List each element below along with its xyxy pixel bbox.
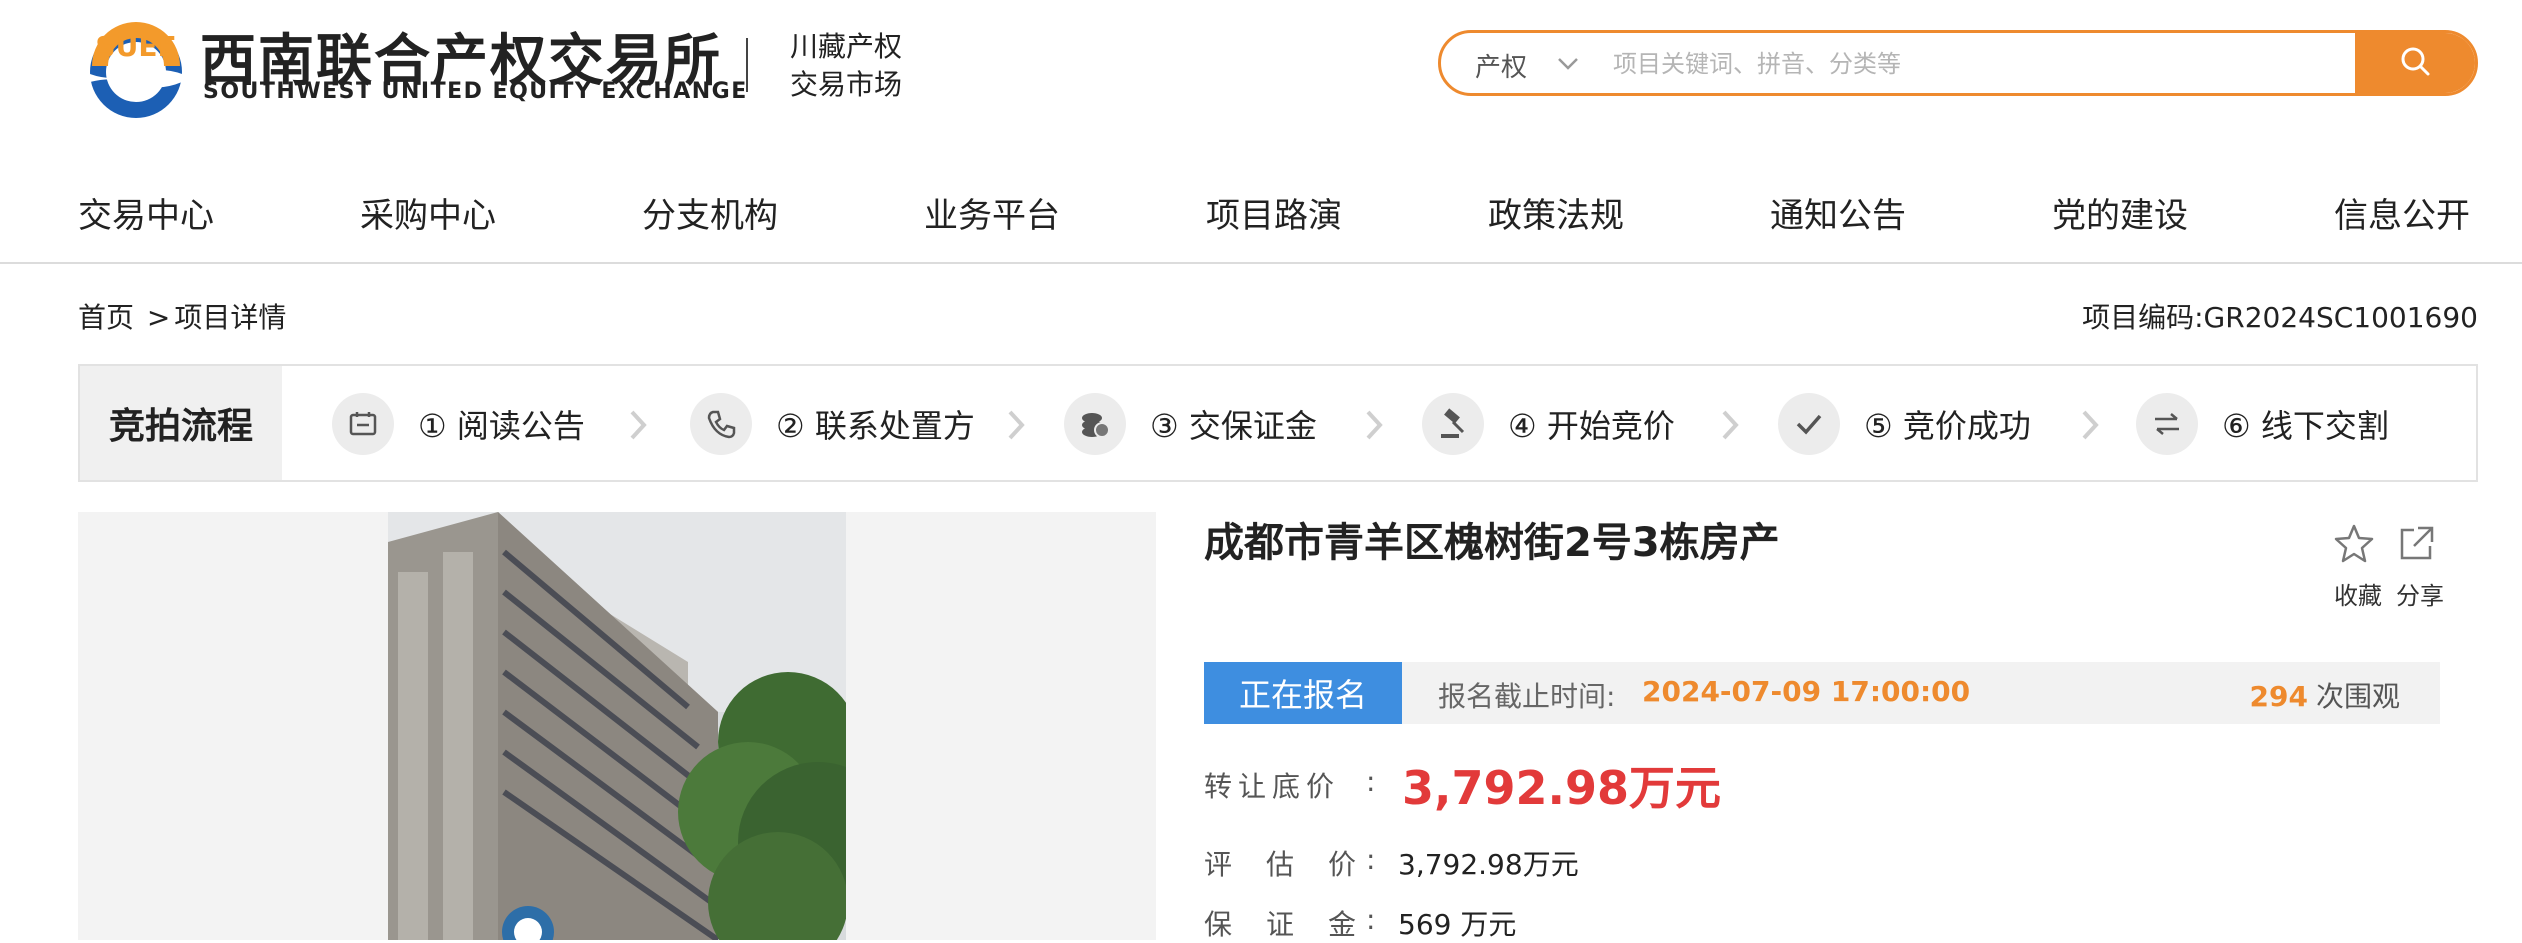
view-count-number: 294 bbox=[2249, 680, 2308, 713]
nav-item-party-building[interactable]: 党的建设 bbox=[2052, 188, 2188, 237]
auction-process-bar: 竞拍流程 ① 阅读公告 ② 联系处置方 ③ 交保证金 ④ 开始竞价 ⑤ 竞价成功 bbox=[78, 364, 2478, 482]
nav-item-project-roadshow[interactable]: 项目路演 bbox=[1206, 188, 1342, 237]
search-bar: 产权 bbox=[1438, 30, 2478, 96]
process-label: 竞拍流程 bbox=[80, 366, 282, 480]
share-label[interactable]: 分享 bbox=[2396, 576, 2444, 611]
nav-item-trading-center[interactable]: 交易中心 bbox=[78, 188, 214, 237]
announcement-icon bbox=[332, 393, 394, 455]
favorite-label[interactable]: 收藏 bbox=[2334, 576, 2382, 611]
process-step-label: ② 联系处置方 bbox=[776, 407, 975, 445]
share-icon bbox=[2400, 526, 2434, 560]
project-title: 成都市青羊区槐树街2号3栋房产 bbox=[1204, 520, 1780, 566]
deposit-value: 569 万元 bbox=[1398, 908, 1517, 941]
breadcrumb-home[interactable]: 首页 bbox=[78, 301, 134, 334]
appraisal-colon: : bbox=[1366, 843, 1376, 876]
process-step-label: ⑥ 线下交割 bbox=[2222, 407, 2389, 445]
nav-item-policies[interactable]: 政策法规 bbox=[1488, 188, 1624, 237]
deposit-label: 保证金 bbox=[1204, 908, 1391, 941]
nav-item-procurement-center[interactable]: 采购中心 bbox=[360, 188, 496, 237]
process-step-read-announcement: ① 阅读公告 bbox=[332, 393, 585, 455]
breadcrumb-separator: > bbox=[146, 301, 171, 334]
project-code: 项目编码:GR2024SC1001690 bbox=[2082, 301, 2478, 334]
svg-text:SUEE: SUEE bbox=[95, 30, 176, 63]
favorite-button[interactable] bbox=[2332, 522, 2376, 570]
chevron-right-icon bbox=[1366, 410, 1383, 440]
logo-subtitle-line1: 川藏产权 bbox=[790, 30, 903, 63]
process-step-bid-success: ⑤ 竞价成功 bbox=[1778, 393, 2031, 455]
appraisal-value: 3,792.98万元 bbox=[1398, 848, 1579, 881]
view-count-suffix: 次围观 bbox=[2315, 680, 2400, 713]
status-badge: 正在报名 bbox=[1204, 662, 1402, 724]
deposit-colon: : bbox=[1366, 903, 1376, 936]
process-step-label: ① 阅读公告 bbox=[418, 407, 585, 445]
process-step-pay-deposit: ③ 交保证金 bbox=[1064, 393, 1317, 455]
chevron-right-icon bbox=[1008, 410, 1025, 440]
search-button[interactable] bbox=[2355, 33, 2475, 93]
base-price-value: 3,792.98万元 bbox=[1402, 761, 1721, 815]
phone-icon bbox=[690, 393, 752, 455]
coins-icon bbox=[1064, 393, 1126, 455]
search-icon bbox=[2397, 43, 2433, 83]
share-button[interactable] bbox=[2394, 522, 2438, 570]
logo-icon[interactable]: SUEE bbox=[82, 12, 190, 120]
check-icon bbox=[1778, 393, 1840, 455]
logo-title-en: SOUTHWEST UNITED EQUITY EXCHANGE bbox=[203, 79, 748, 104]
chevron-right-icon bbox=[1722, 410, 1739, 440]
project-image-area bbox=[78, 512, 1156, 940]
chevron-right-icon bbox=[630, 410, 647, 440]
deadline-label: 报名截止时间: bbox=[1438, 680, 1616, 713]
process-step-start-bidding: ④ 开始竞价 bbox=[1422, 393, 1675, 455]
nav-item-business-platform[interactable]: 业务平台 bbox=[924, 188, 1060, 237]
gavel-icon bbox=[1422, 393, 1484, 455]
breadcrumb-current: 项目详情 bbox=[174, 301, 287, 334]
process-step-label: ③ 交保证金 bbox=[1150, 407, 1317, 445]
nav-item-information-disclosure[interactable]: 信息公开 bbox=[2334, 188, 2470, 237]
appraisal-label: 评估价 bbox=[1204, 848, 1391, 881]
search-input[interactable] bbox=[1611, 41, 2215, 87]
search-category-select[interactable]: 产权 bbox=[1475, 47, 1527, 84]
building-photo[interactable] bbox=[388, 512, 846, 940]
nav-item-notices[interactable]: 通知公告 bbox=[1770, 188, 1906, 237]
nav-item-branches[interactable]: 分支机构 bbox=[642, 188, 778, 237]
process-step-label: ⑤ 竞价成功 bbox=[1864, 407, 2031, 445]
logo-divider bbox=[746, 38, 748, 92]
base-price-label: 转让底价 bbox=[1204, 770, 1341, 803]
process-step-offline-delivery: ⑥ 线下交割 bbox=[2136, 393, 2389, 455]
logo-subtitle: 川藏产权 交易市场 bbox=[790, 28, 902, 104]
logo-subtitle-line2: 交易市场 bbox=[790, 68, 903, 101]
chevron-down-icon[interactable] bbox=[1551, 46, 1585, 80]
chevron-right-icon bbox=[2082, 410, 2099, 440]
view-count: 294 次围观 bbox=[2250, 675, 2400, 715]
exchange-icon bbox=[2136, 393, 2198, 455]
star-icon bbox=[2334, 524, 2374, 563]
main-nav: 交易中心 采购中心 分支机构 业务平台 项目路演 政策法规 通知公告 党的建设 … bbox=[0, 170, 2522, 264]
status-bar: 正在报名 报名截止时间: 2024-07-09 17:00:00 294 次围观 bbox=[1204, 662, 2440, 724]
deadline-value: 2024-07-09 17:00:00 bbox=[1642, 675, 1971, 708]
process-step-contact-seller: ② 联系处置方 bbox=[690, 393, 975, 455]
process-step-label: ④ 开始竞价 bbox=[1508, 407, 1675, 445]
base-price-colon: : bbox=[1366, 765, 1376, 798]
breadcrumb: 首页 > 项目详情 bbox=[78, 296, 290, 336]
